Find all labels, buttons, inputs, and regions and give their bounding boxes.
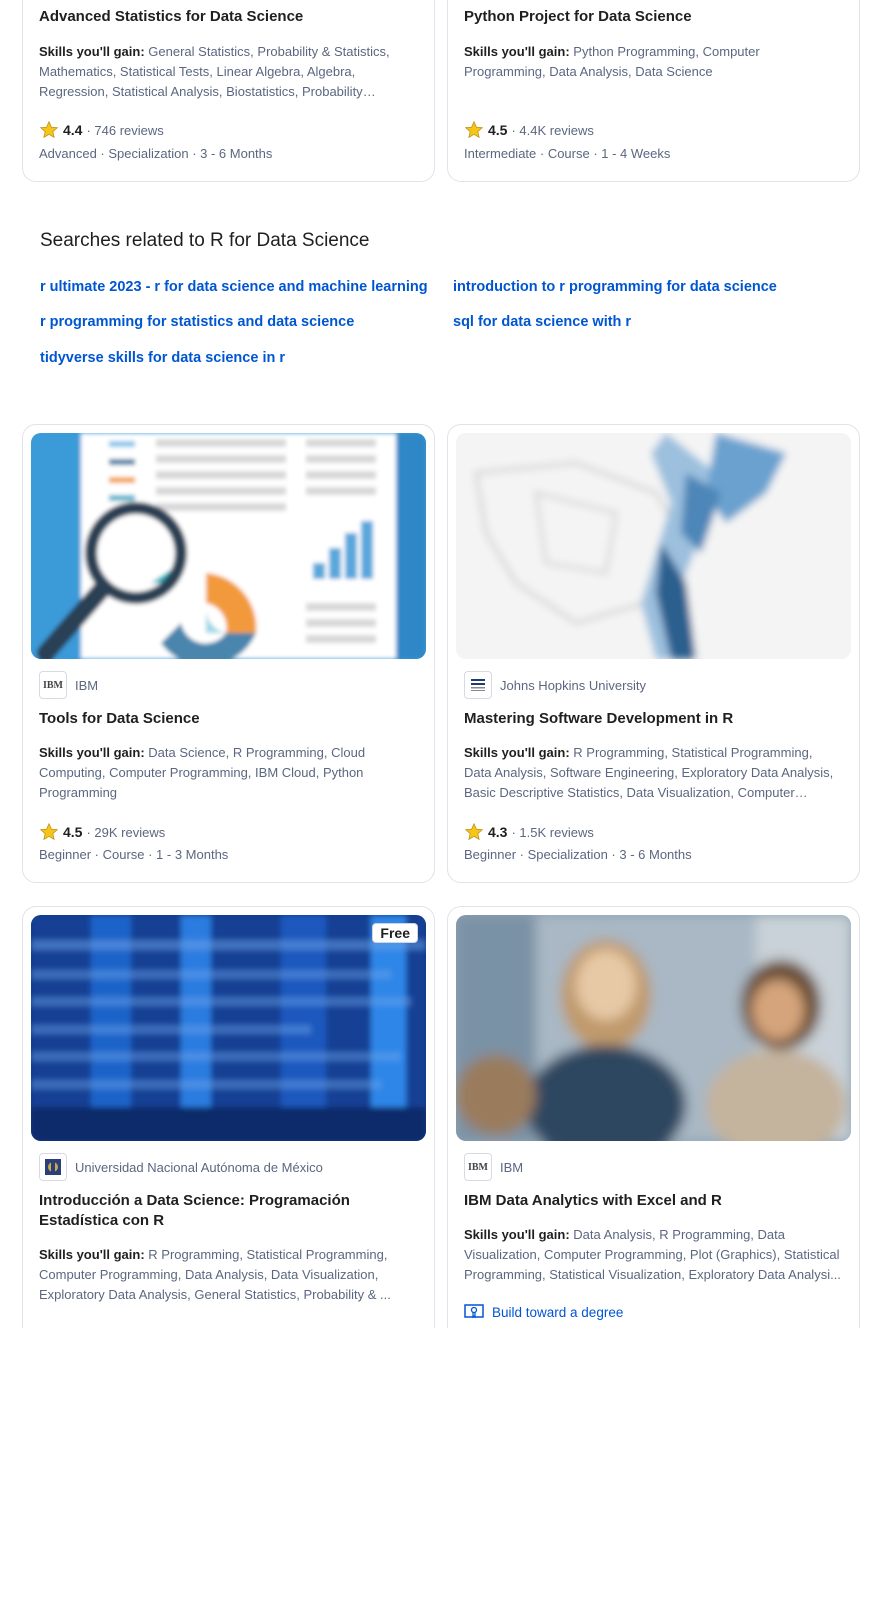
rating-value: 4.5 [63, 824, 83, 840]
skills-text: Skills you'll gain: R Programming, Stati… [464, 745, 834, 800]
skills-text: Skills you'll gain: Python Programming, … [464, 44, 760, 79]
build-toward-degree-link[interactable]: Build toward a degree [464, 1304, 623, 1320]
related-search-link[interactable]: r programming for statistics and data sc… [40, 314, 354, 330]
course-title[interactable]: Introducción a Data Science: Programació… [39, 1191, 418, 1231]
star-icon [39, 120, 59, 139]
skills-label: Skills you'll gain: [464, 44, 570, 59]
rating-row: 4.4 · 746 reviews [39, 120, 164, 140]
rating-value: 4.5 [488, 122, 508, 138]
partner-logo [39, 1153, 67, 1181]
partner-name: Universidad Nacional Autónoma de México [75, 1159, 323, 1175]
course-card[interactable]: Python Project for Data Science Skills y… [447, 0, 860, 182]
university-seal-icon [471, 679, 485, 691]
build-toward-degree-label: Build toward a degree [492, 1304, 624, 1320]
skills-label: Skills you'll gain: [39, 44, 145, 59]
course-meta: Advanced · Specialization · 3 - 6 Months [39, 146, 273, 161]
partner-name: Johns Hopkins University [500, 677, 646, 693]
rating-row: 4.3 · 1.5K reviews [464, 822, 594, 842]
course-card[interactable]: IBM IBM Tools for Data Science Skills yo… [22, 424, 435, 883]
course-thumbnail [31, 433, 426, 659]
course-thumbnail [456, 915, 851, 1141]
skills-text: Skills you'll gain: R Programming, Stati… [39, 1247, 391, 1302]
rating-value: 4.4 [63, 122, 83, 138]
course-meta: Beginner · Course · 1 - 3 Months [39, 847, 229, 862]
skills-text: Skills you'll gain: Data Analysis, R Pro… [464, 1227, 841, 1282]
course-title[interactable]: Mastering Software Development in R [464, 709, 843, 729]
skills-label: Skills you'll gain: [464, 1227, 570, 1242]
partner-name: IBM [500, 1159, 524, 1175]
skills-text: Skills you'll gain: General Statistics, … [39, 44, 390, 99]
course-title[interactable]: Advanced Statistics for Data Science [39, 7, 418, 27]
rating-row: 4.5 · 4.4K reviews [464, 120, 594, 140]
star-icon [39, 822, 59, 841]
skills-label: Skills you'll gain: [464, 745, 570, 760]
partner-logo [464, 671, 492, 699]
review-count: 746 reviews [94, 122, 164, 138]
degree-certificate-icon [464, 1304, 484, 1319]
course-meta: Beginner · Specialization · 3 - 6 Months [464, 847, 692, 862]
review-count: 1.5K reviews [519, 824, 594, 840]
related-search-link[interactable]: sql for data science with r [453, 314, 631, 330]
course-thumbnail-image [31, 433, 426, 659]
partner-row: IBM IBM [464, 1153, 523, 1181]
course-meta: Intermediate · Course · 1 - 4 Weeks [464, 146, 671, 161]
course-title[interactable]: IBM Data Analytics with Excel and R [464, 1191, 843, 1211]
partner-row: IBM IBM [39, 671, 98, 699]
course-thumbnail-image [456, 915, 851, 1141]
partner-row: Universidad Nacional Autónoma de México [39, 1153, 323, 1181]
review-count: 4.4K reviews [519, 122, 594, 138]
star-icon [464, 120, 484, 139]
related-searches-title: Searches related to R for Data Science [40, 230, 370, 251]
related-search-link[interactable]: tidyverse skills for data science in r [40, 350, 285, 366]
course-thumbnail [456, 433, 851, 659]
star-icon [464, 822, 484, 841]
rating-row: 4.5 · 29K reviews [39, 822, 165, 842]
course-thumbnail-image [31, 915, 426, 1141]
course-title[interactable]: Tools for Data Science [39, 709, 418, 729]
course-card[interactable]: IBM IBM IBM Data Analytics with Excel an… [447, 906, 860, 1328]
course-card[interactable]: Advanced Statistics for Data Science Ski… [22, 0, 435, 182]
rating-value: 4.3 [488, 824, 508, 840]
course-card[interactable]: Johns Hopkins University Mastering Softw… [447, 424, 860, 883]
free-badge: Free [372, 923, 418, 943]
related-search-link[interactable]: r ultimate 2023 - r for data science and… [40, 279, 428, 295]
related-search-link[interactable]: introduction to r programming for data s… [453, 279, 777, 295]
course-thumbnail: Free [31, 915, 426, 1141]
course-card[interactable]: Free Universidad Nacional Autónoma de Mé… [22, 906, 435, 1328]
partner-logo: IBM [464, 1153, 492, 1181]
review-count: 29K reviews [94, 824, 166, 840]
university-crest-icon [45, 1159, 61, 1175]
skills-label: Skills you'll gain: [39, 745, 145, 760]
partner-name: IBM [75, 677, 99, 693]
skills-label: Skills you'll gain: [39, 1247, 145, 1262]
skills-text: Skills you'll gain: Data Science, R Prog… [39, 745, 366, 800]
partner-logo: IBM [39, 671, 67, 699]
course-thumbnail-image [456, 433, 851, 659]
partner-row: Johns Hopkins University [464, 671, 646, 699]
course-title[interactable]: Python Project for Data Science [464, 7, 843, 27]
